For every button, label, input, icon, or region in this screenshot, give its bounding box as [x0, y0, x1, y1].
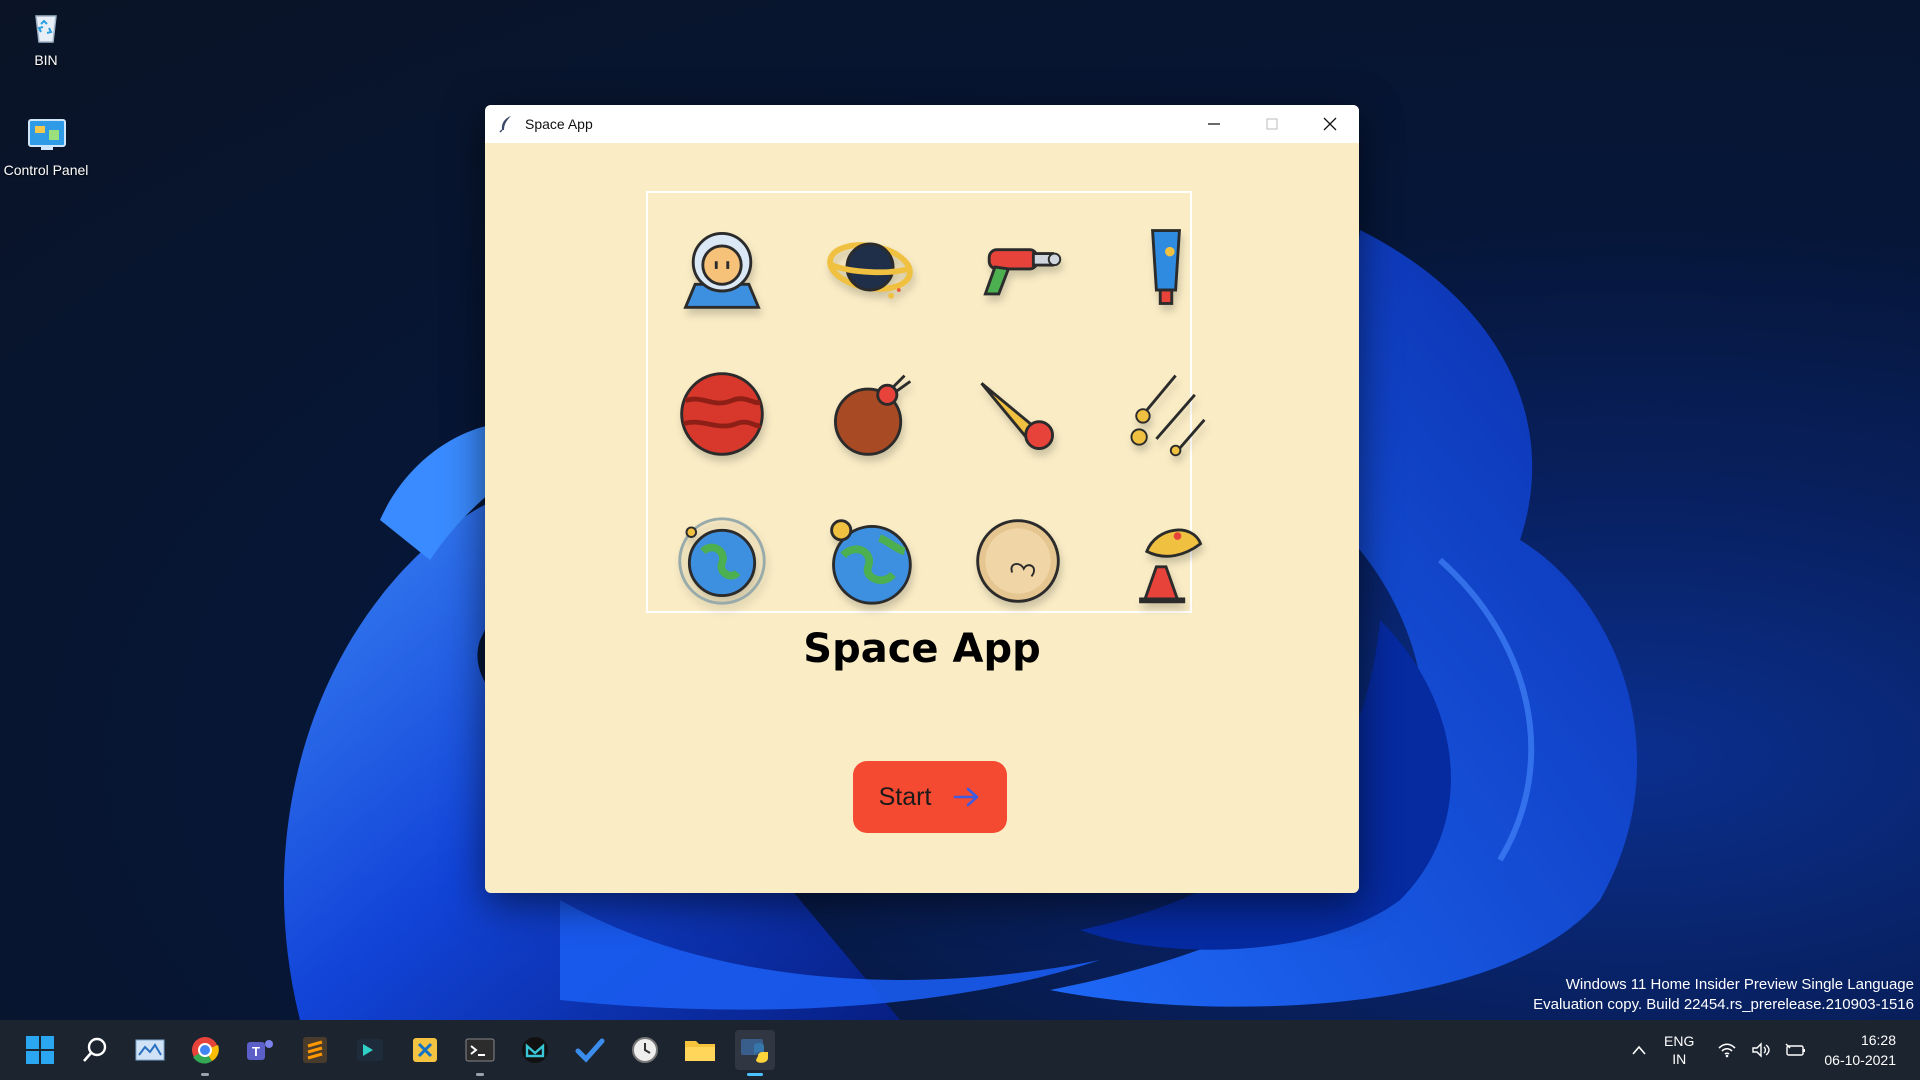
chrome-icon	[192, 1037, 219, 1064]
black-hole-icon	[827, 241, 913, 299]
red-planet-icon	[680, 371, 764, 456]
network-button[interactable]	[1717, 1042, 1737, 1058]
taskbar-monitor-app[interactable]	[130, 1030, 170, 1070]
taskbar-start[interactable]	[20, 1030, 60, 1070]
taskbar-python[interactable]	[735, 1030, 775, 1076]
sublime-icon	[303, 1037, 327, 1063]
taskbar-teams[interactable]: T	[240, 1030, 280, 1070]
taskbar-todo[interactable]	[570, 1030, 610, 1070]
speaker-icon	[1752, 1042, 1771, 1058]
earth-orbit-icon	[678, 516, 766, 605]
taskbar-terminal[interactable]	[460, 1030, 500, 1076]
watermark-line: Windows 11 Home Insider Preview Single L…	[1565, 976, 1914, 993]
grid-cell	[648, 193, 796, 340]
grid-cell	[944, 487, 1092, 634]
language-code: ENG	[1664, 1033, 1695, 1049]
taskbar-file-explorer[interactable]	[680, 1030, 720, 1070]
grid-cell	[1092, 193, 1240, 340]
minimize-icon	[1208, 123, 1220, 125]
evaluation-watermark: Windows 11 Home Insider Preview Single L…	[1533, 975, 1914, 1015]
tray-overflow-button[interactable]	[1631, 1044, 1647, 1056]
grid-cell	[648, 340, 796, 487]
search-icon	[83, 1037, 107, 1062]
grid-cell	[796, 193, 944, 340]
monitor-app-icon	[135, 1039, 165, 1061]
space-app-window: Space App Space App Start	[485, 105, 1359, 893]
comet-icon	[980, 381, 1054, 450]
region-code: IN	[1672, 1051, 1687, 1067]
maximize-icon	[1266, 118, 1278, 130]
ray-gun-icon	[983, 247, 1062, 295]
battery-button[interactable]	[1785, 1042, 1807, 1058]
moon-icon	[976, 518, 1060, 603]
earth-moon-icon	[830, 518, 912, 605]
grid-cell	[944, 340, 1092, 487]
desktop-icon-control-panel[interactable]: Control Panel	[1, 118, 91, 178]
title-bar[interactable]: Space App	[485, 105, 1359, 143]
clock-date: 06-10-2021	[1824, 1052, 1896, 1068]
feather-icon	[499, 116, 511, 133]
system-tray: ENG IN 16:28 06-10-2021	[1624, 1020, 1920, 1080]
taskbar-powerautomate[interactable]	[350, 1030, 390, 1070]
meteor-shower-icon	[1130, 374, 1206, 456]
watermark-line: Evaluation copy. Build 22454.rs_prerelea…	[1533, 996, 1914, 1013]
desktop-icon-bin[interactable]: BIN	[1, 8, 91, 68]
python-icon	[741, 1039, 768, 1063]
wifi-icon	[1718, 1043, 1736, 1058]
svg-text:T: T	[252, 1044, 260, 1059]
chevron-up-icon	[1632, 1045, 1646, 1055]
todo-icon	[575, 1038, 605, 1063]
desktop-icon-label: Control Panel	[3, 162, 89, 178]
clock-time: 16:28	[1860, 1032, 1896, 1048]
grid-cell	[796, 487, 944, 634]
grid-cell	[1092, 487, 1240, 634]
taskbar-snipping[interactable]	[405, 1030, 445, 1070]
taskbar-clock[interactable]	[625, 1030, 665, 1070]
satellite-dish-icon	[1139, 528, 1203, 603]
clock[interactable]: 16:28 06-10-2021	[1824, 1030, 1896, 1070]
control-panel-icon	[27, 118, 66, 156]
teams-icon: T	[247, 1040, 273, 1060]
file-explorer-icon	[685, 1041, 715, 1061]
grid-cell	[1092, 340, 1240, 487]
clock-icon	[632, 1037, 658, 1063]
battery-icon	[1785, 1043, 1806, 1056]
grid-cell	[648, 487, 796, 634]
snipping-icon	[413, 1038, 437, 1062]
start-button[interactable]: Start	[853, 761, 1007, 833]
arrow-right-icon	[954, 787, 979, 807]
icon-grid	[648, 193, 1206, 634]
terminal-icon	[465, 1038, 495, 1062]
start-icon	[26, 1036, 54, 1064]
space-food-tube-icon	[1151, 228, 1181, 305]
grid-cell	[944, 193, 1092, 340]
powerautomate-icon	[357, 1039, 383, 1061]
close-button[interactable]	[1301, 105, 1359, 143]
volume-button[interactable]	[1751, 1042, 1771, 1058]
taskbar-search[interactable]	[75, 1030, 115, 1070]
minimize-button[interactable]	[1185, 105, 1243, 143]
close-icon	[1323, 117, 1337, 131]
mars-meteor-icon	[834, 374, 912, 456]
maximize-button[interactable]	[1243, 105, 1301, 143]
window-title: Space App	[525, 116, 593, 132]
app-heading: Space App	[803, 626, 1041, 672]
desktop-icon-label: BIN	[34, 52, 58, 68]
start-button-label: Start	[878, 782, 932, 811]
language-indicator[interactable]: ENG IN	[1664, 1032, 1694, 1068]
recycle-bin-icon	[27, 8, 65, 46]
taskbar-sublime[interactable]	[295, 1030, 335, 1070]
grid-cell	[796, 340, 944, 487]
mail-icon	[522, 1037, 548, 1063]
taskbar: T ENG IN 16:28 06-10-2021	[0, 1020, 1920, 1080]
taskbar-chrome[interactable]	[185, 1030, 225, 1076]
astronaut-icon	[683, 231, 761, 309]
icon-grid-frame	[646, 191, 1206, 613]
taskbar-mail[interactable]	[515, 1030, 555, 1070]
